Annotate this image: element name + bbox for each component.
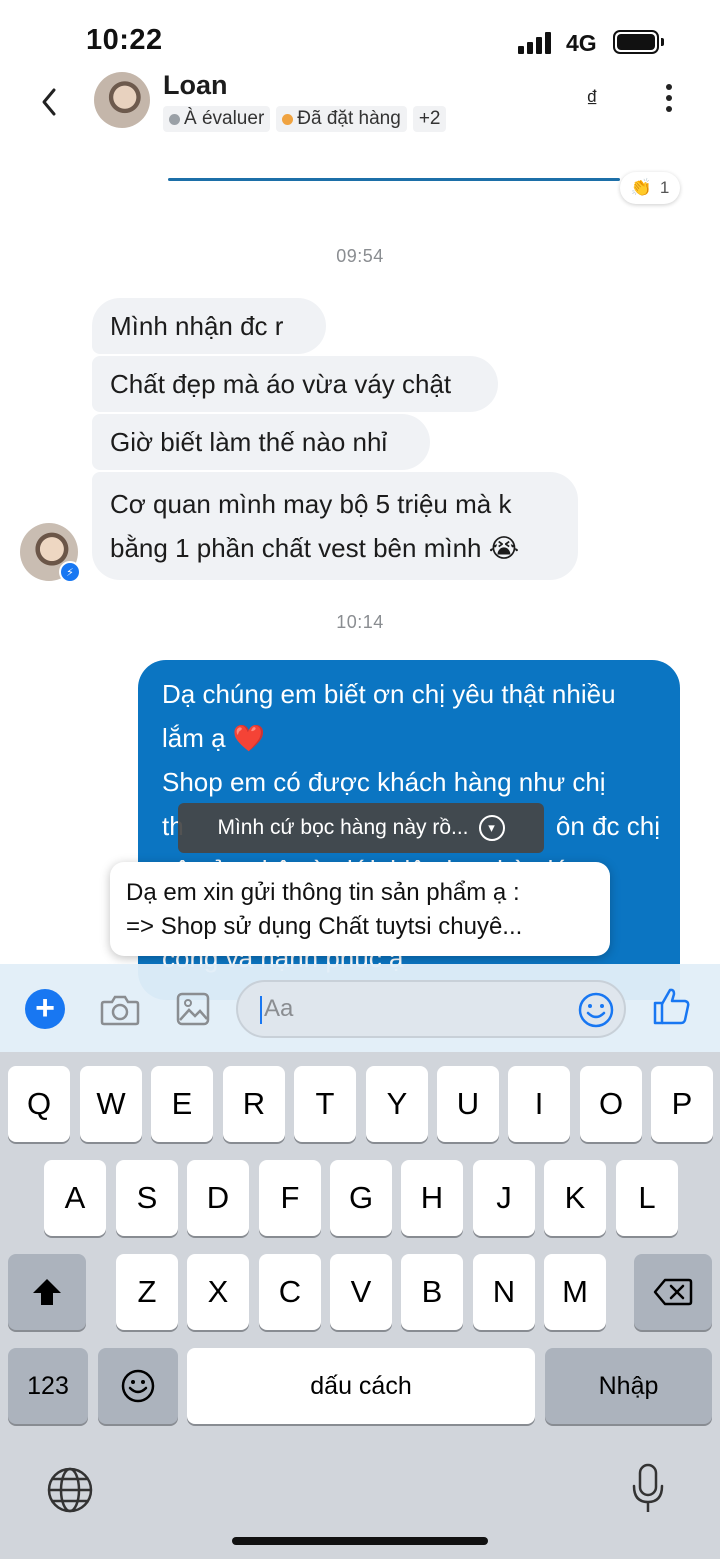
reaction-badge[interactable]: 👏 1 (620, 172, 680, 204)
shift-arrow-icon (33, 1279, 61, 1305)
input-placeholder: Aa (264, 995, 294, 1022)
message-text: lắm ạ ❤️ (162, 723, 266, 753)
emoji-icon (121, 1369, 155, 1403)
contact-name[interactable]: Loan (163, 70, 228, 101)
suggestion-line: Dạ em xin gửi thông tin sản phẩm ạ : (126, 879, 520, 906)
product-info-suggestion[interactable]: Dạ em xin gửi thông tin sản phẩm ạ : => … (110, 862, 610, 956)
messenger-icon: ⚡ (59, 561, 81, 583)
message-text: Chất đẹp mà áo vừa váy chật (110, 369, 452, 399)
backspace-key[interactable] (634, 1254, 712, 1330)
shift-key[interactable] (8, 1254, 86, 1330)
reaction-count: 1 (659, 178, 670, 197)
more-options-button[interactable] (658, 84, 680, 116)
key-n[interactable]: N (473, 1254, 535, 1330)
saved-reply-suggestion[interactable]: Mình cứ bọc hàng này rồ... ▾ (178, 803, 544, 853)
contact-tags: À évaluer Đã đặt hàng +2 (163, 106, 447, 132)
incoming-message[interactable]: Cơ quan mình may bộ 5 triệu mà k bằng 1 … (92, 472, 578, 580)
tag-label: Đã đặt hàng (297, 108, 401, 129)
network-type: 4G (566, 30, 597, 56)
key-i[interactable]: I (508, 1066, 570, 1142)
message-text: Shop em có được khách hàng như chị (162, 767, 606, 797)
back-button[interactable] (36, 84, 64, 120)
plus-icon[interactable]: + (25, 989, 65, 1029)
key-v[interactable]: V (330, 1254, 392, 1330)
key-j[interactable]: J (473, 1160, 535, 1236)
message-text: Mình nhận đc r (110, 311, 284, 341)
message-text: bằng 1 phần chất vest bên mình 😭 (110, 533, 520, 563)
space-key[interactable]: dấu cách (187, 1348, 535, 1424)
message-text: Cơ quan mình may bộ 5 triệu mà k (110, 489, 512, 519)
key-a[interactable]: A (44, 1160, 106, 1236)
clap-icon: 👏 (630, 178, 652, 197)
key-y[interactable]: Y (366, 1066, 428, 1142)
tag-a-evaluer[interactable]: À évaluer (163, 106, 271, 132)
contact-avatar[interactable] (94, 72, 150, 128)
key-x[interactable]: X (187, 1254, 249, 1330)
chevron-left-icon (42, 88, 56, 116)
key-h[interactable]: H (401, 1160, 463, 1236)
incoming-message[interactable]: Chất đẹp mà áo vừa váy chật (92, 356, 498, 412)
key-r[interactable]: R (223, 1066, 285, 1142)
key-d[interactable]: D (187, 1160, 249, 1236)
numbers-key[interactable]: 123 (8, 1348, 88, 1424)
tag-label: À évaluer (184, 108, 265, 129)
key-w[interactable]: W (80, 1066, 142, 1142)
battery-icon (613, 30, 659, 54)
suggestion-text: Mình cứ bọc hàng này rồ... (217, 816, 469, 839)
key-u[interactable]: U (437, 1066, 499, 1142)
status-bar: 10:22 4G (0, 0, 720, 70)
signal-icon (518, 32, 554, 54)
currency-button[interactable]: ₫ (586, 86, 598, 114)
backspace-icon (653, 1278, 693, 1306)
keyboard: Q W E R T Y U I O P A S D F G H J K L Z … (0, 1052, 720, 1559)
tag-da-dat-hang[interactable]: Đã đặt hàng (276, 106, 407, 132)
key-e[interactable]: E (151, 1066, 213, 1142)
battery-tip (661, 38, 664, 46)
message-input[interactable]: Aa (236, 980, 626, 1038)
incoming-message[interactable]: Giờ biết làm thế nào nhỉ (92, 414, 430, 470)
camera-icon[interactable] (100, 994, 140, 1031)
microphone-icon[interactable] (630, 1462, 666, 1521)
key-g[interactable]: G (330, 1160, 392, 1236)
key-q[interactable]: Q (8, 1066, 70, 1142)
chevron-down-circle-icon[interactable]: ▾ (478, 815, 505, 841)
key-o[interactable]: O (580, 1066, 642, 1142)
key-z[interactable]: Z (116, 1254, 178, 1330)
message-text: Giờ biết làm thế nào nhỉ (110, 427, 388, 457)
emoji-icon[interactable] (578, 992, 614, 1033)
message-composer: + Aa (0, 964, 720, 1052)
key-s[interactable]: S (116, 1160, 178, 1236)
gallery-icon[interactable] (176, 992, 210, 1031)
key-k[interactable]: K (544, 1160, 606, 1236)
key-m[interactable]: M (544, 1254, 606, 1330)
status-time: 10:22 (86, 24, 163, 56)
emoji-keyboard-key[interactable] (98, 1348, 178, 1424)
key-l[interactable]: L (616, 1160, 678, 1236)
key-p[interactable]: P (651, 1066, 713, 1142)
previous-message-edge (168, 178, 620, 181)
return-key[interactable]: Nhập (545, 1348, 712, 1424)
key-b[interactable]: B (401, 1254, 463, 1330)
chat-header: Loan À évaluer Đã đặt hàng +2 ₫ (0, 64, 720, 144)
message-text: Dạ chúng em biết ơn chị yêu thật nhiều (162, 679, 616, 709)
globe-icon[interactable] (46, 1466, 94, 1519)
timestamp: 10:14 (336, 612, 384, 632)
tag-dot (282, 113, 294, 125)
key-c[interactable]: C (259, 1254, 321, 1330)
text-caret (260, 996, 262, 1024)
thumbs-up-icon[interactable] (652, 986, 692, 1031)
suggestion-line: => Shop sử dụng Chất tuytsi chuyê... (126, 913, 523, 940)
tag-dot (169, 113, 180, 125)
tag-more[interactable]: +2 (412, 106, 447, 132)
timestamp: 09:54 (336, 246, 384, 266)
incoming-message[interactable]: Mình nhận đc r (92, 298, 326, 354)
tag-label: +2 (418, 108, 441, 129)
key-f[interactable]: F (259, 1160, 321, 1236)
home-indicator[interactable] (232, 1537, 488, 1545)
key-t[interactable]: T (294, 1066, 356, 1142)
